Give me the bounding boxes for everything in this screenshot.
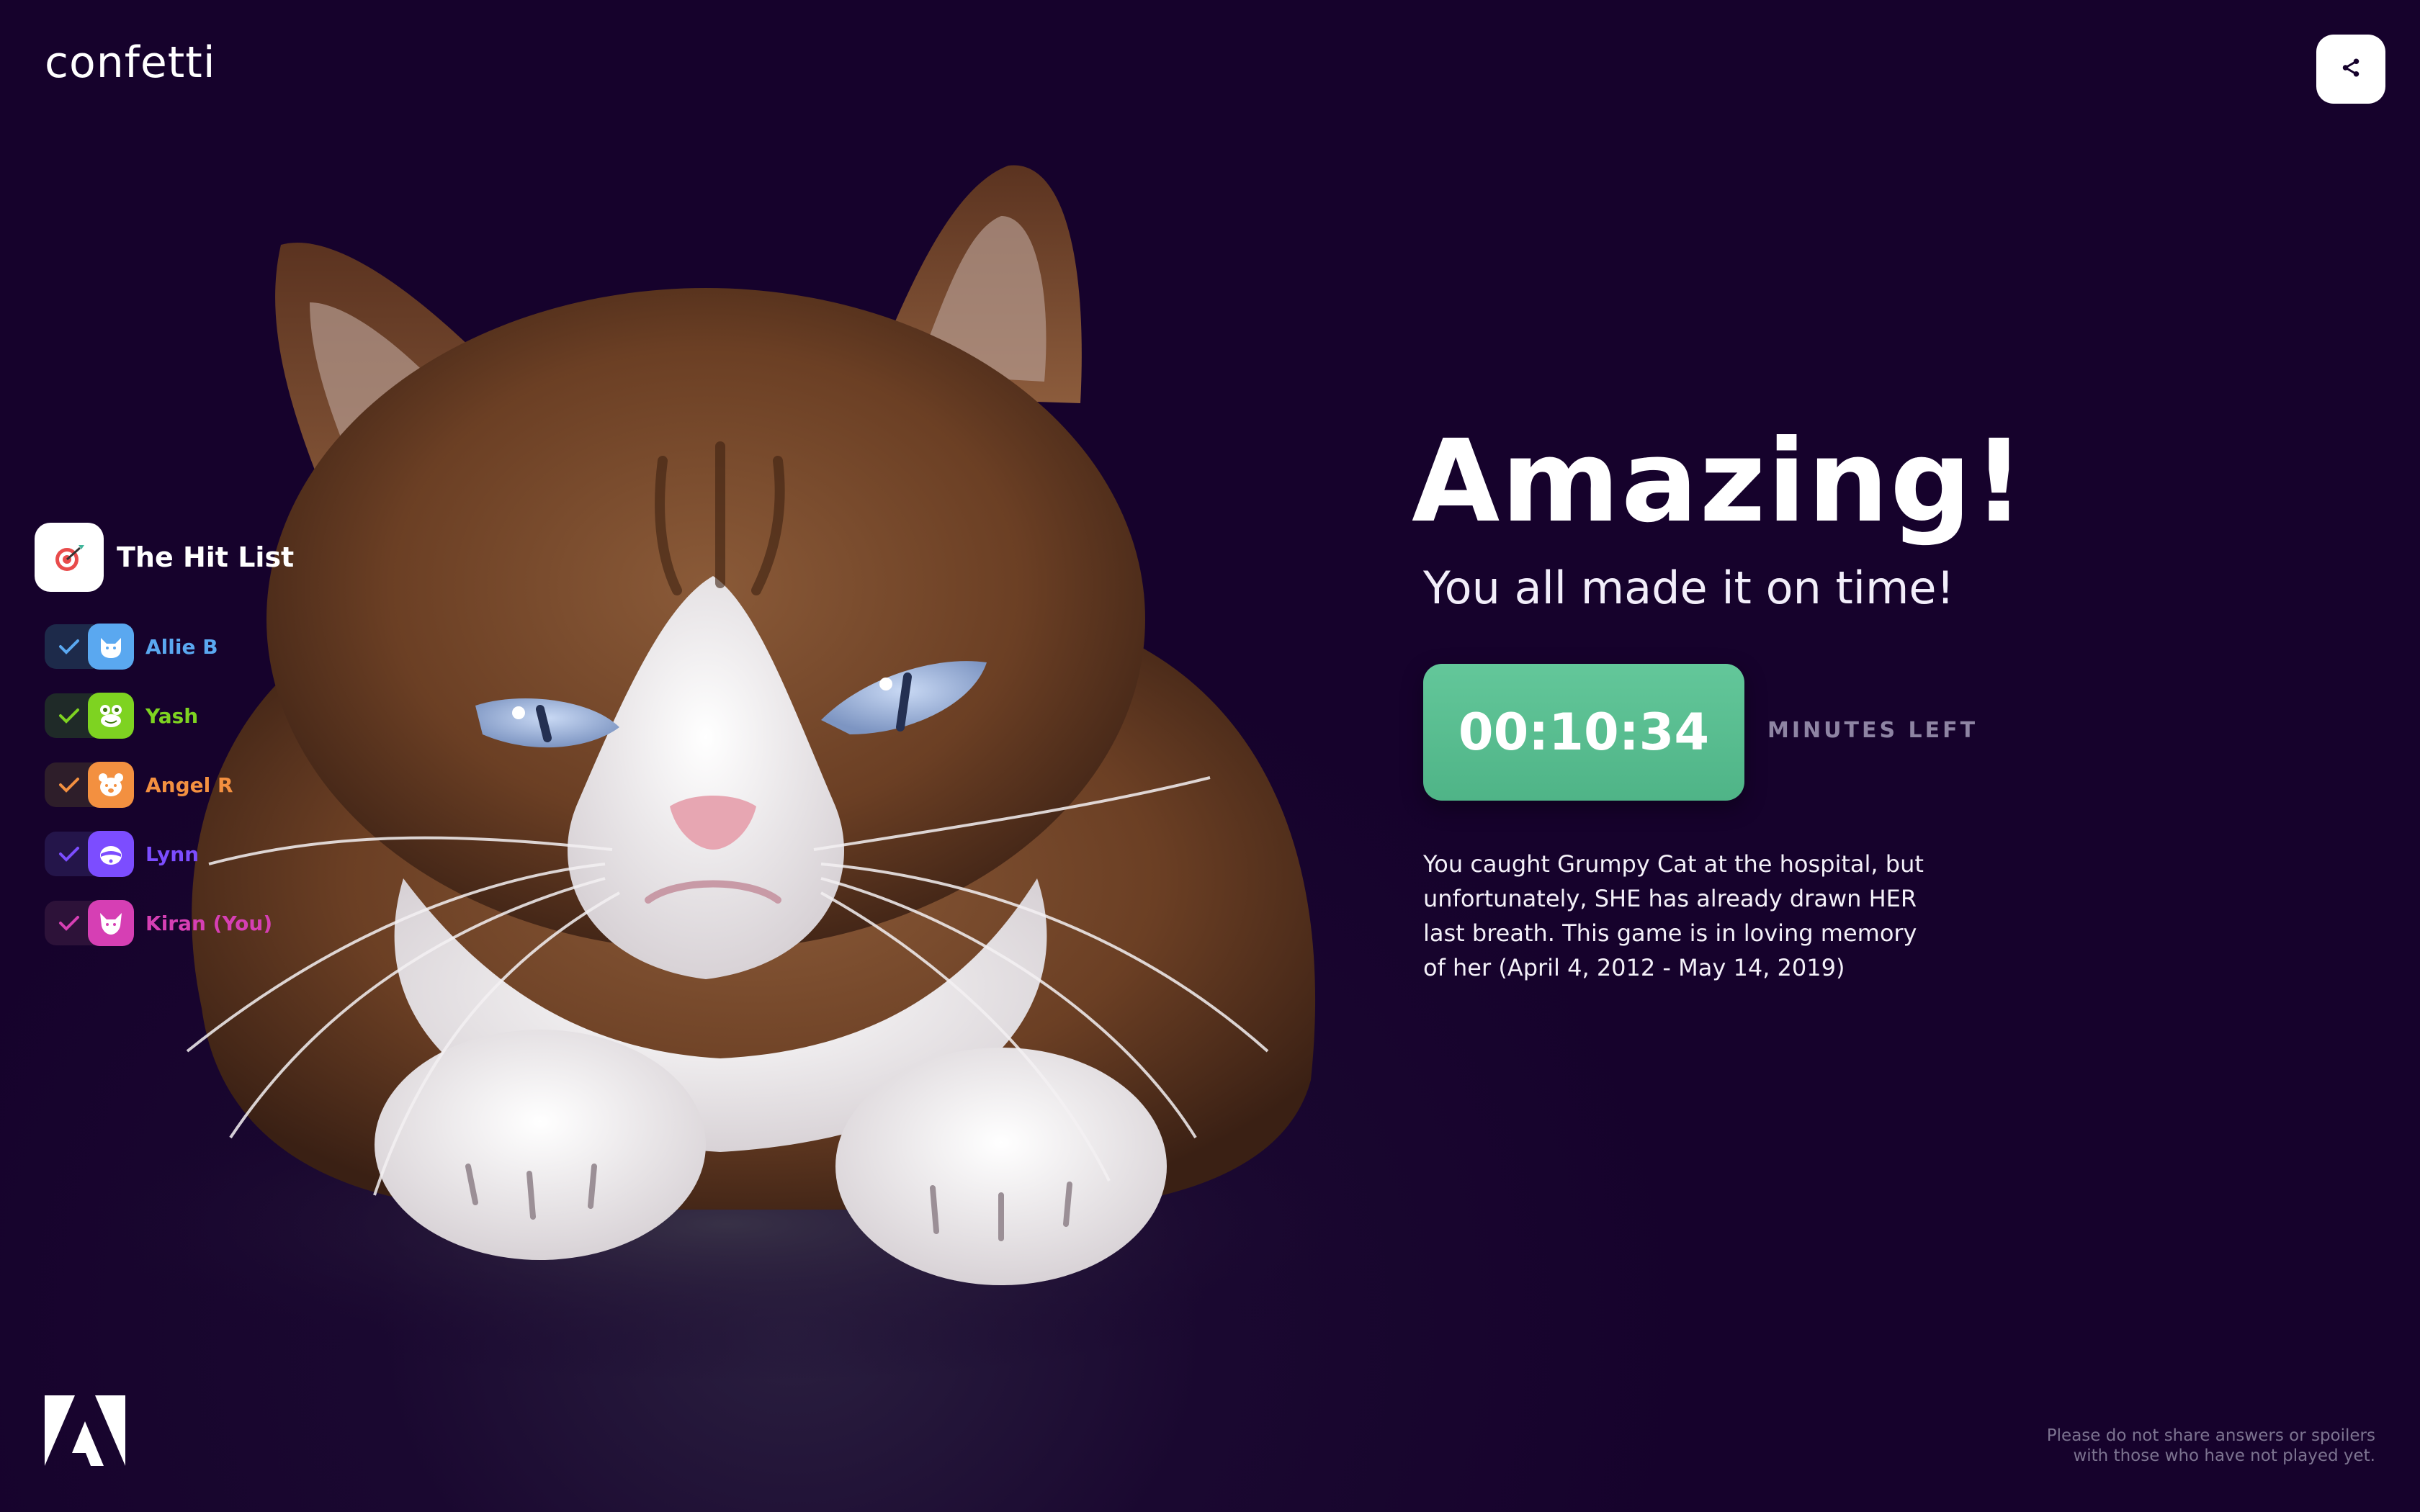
time-left-label: MINUTES LEFT bbox=[1767, 718, 1978, 743]
time-left-badge: 00:10:34 bbox=[1423, 664, 1744, 801]
raccoon-avatar-icon bbox=[88, 831, 134, 877]
player-row-kiran: Kiran (You) bbox=[45, 888, 272, 958]
check-icon bbox=[45, 901, 94, 945]
disclaimer-line: Please do not share answers or spoilers bbox=[2046, 1426, 2375, 1445]
check-icon bbox=[45, 693, 94, 738]
player-name: Yash bbox=[145, 703, 199, 728]
cat-avatar-icon bbox=[88, 624, 134, 670]
frog-avatar-icon bbox=[88, 693, 134, 739]
result-description: You caught Grumpy Cat at the hospital, b… bbox=[1423, 850, 1924, 981]
share-icon bbox=[2340, 57, 2362, 81]
result-headline: Amazing! bbox=[1412, 415, 2027, 548]
game-result-page: confetti The Hit List Allie B Yash Angel… bbox=[0, 0, 2420, 1512]
player-name: Angel R bbox=[145, 773, 233, 797]
check-icon bbox=[45, 762, 94, 807]
target-icon bbox=[35, 523, 104, 592]
confetti-logo[interactable]: confetti bbox=[45, 37, 215, 88]
spoiler-disclaimer: Please do not share answers or spoilers … bbox=[2047, 1426, 2375, 1466]
result-subhead: You all made it on time! bbox=[1423, 562, 1955, 614]
player-list: Allie B Yash Angel R Lynn Kiran (You) bbox=[45, 612, 272, 958]
check-icon bbox=[45, 832, 94, 876]
hit-list-title: The Hit List bbox=[117, 541, 295, 573]
check-icon bbox=[45, 624, 94, 669]
player-row-allie: Allie B bbox=[45, 612, 272, 681]
player-name: Kiran (You) bbox=[145, 911, 273, 935]
share-button[interactable] bbox=[2316, 35, 2385, 104]
player-row-angel: Angel R bbox=[45, 750, 272, 819]
adobe-logo-icon[interactable] bbox=[45, 1395, 125, 1469]
fox-avatar-icon bbox=[88, 900, 134, 946]
player-row-yash: Yash bbox=[45, 681, 272, 750]
hit-list-header: The Hit List bbox=[35, 523, 294, 592]
player-name: Allie B bbox=[145, 634, 218, 659]
disclaimer-line: with those who have not played yet. bbox=[2073, 1446, 2375, 1465]
bear-avatar-icon bbox=[88, 762, 134, 808]
player-row-lynn: Lynn bbox=[45, 819, 272, 888]
player-name: Lynn bbox=[145, 842, 200, 866]
